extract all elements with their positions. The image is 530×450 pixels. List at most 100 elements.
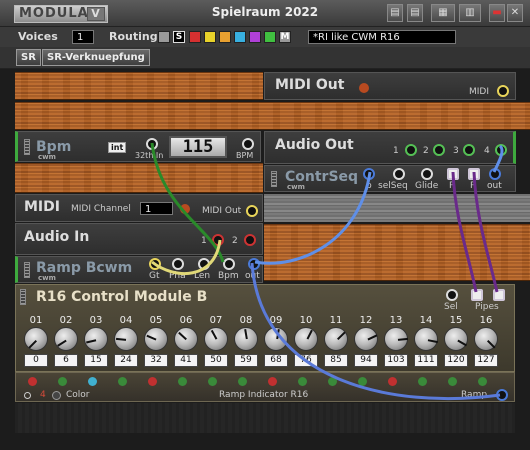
routing-swatch-orange[interactable] xyxy=(219,31,231,43)
voices-field[interactable]: 1 xyxy=(72,30,94,44)
audio-out-1-jack[interactable] xyxy=(405,144,417,156)
knob-09[interactable] xyxy=(264,327,288,351)
knob-01[interactable] xyxy=(24,327,48,351)
ramp-module[interactable]: Ramp Bcwm cwm Gt Pha Len Bpm out xyxy=(15,256,263,283)
phase-jack[interactable] xyxy=(172,258,184,270)
routing-swatch-s[interactable]: S xyxy=(173,31,185,43)
knob-value[interactable]: 103 xyxy=(384,354,408,367)
save-icon[interactable]: ▤ xyxy=(387,4,403,22)
knob-value[interactable]: 85 xyxy=(324,354,348,367)
length-jack[interactable] xyxy=(198,258,210,270)
radio-icon[interactable] xyxy=(24,392,31,399)
routing-swatch-yellow[interactable] xyxy=(204,31,216,43)
pipe-2-jack[interactable] xyxy=(493,289,505,301)
p2-jack[interactable] xyxy=(468,168,480,180)
audio-in-2-jack[interactable] xyxy=(244,234,256,246)
audio-out-4-jack[interactable] xyxy=(495,144,507,156)
knob-value[interactable]: 76 xyxy=(294,354,318,367)
routing-swatch-red[interactable] xyxy=(189,31,201,43)
wood-panel xyxy=(15,163,263,193)
routing-swatch-green[interactable] xyxy=(264,31,276,43)
glide-jack[interactable] xyxy=(421,168,433,180)
bpm-jack[interactable] xyxy=(242,138,254,150)
knob-03[interactable] xyxy=(84,327,108,351)
knob-15[interactable] xyxy=(444,327,468,351)
midi-out-jack[interactable] xyxy=(246,205,258,217)
knob-value[interactable]: 32 xyxy=(144,354,168,367)
sel-jack[interactable] xyxy=(446,289,458,301)
ramp-in-jack[interactable] xyxy=(496,389,508,401)
routing-swatch-purple[interactable] xyxy=(249,31,261,43)
sr-link-button[interactable]: SR-Verknuepfung xyxy=(42,49,150,66)
int-toggle[interactable]: int xyxy=(108,142,127,153)
bpm-module[interactable]: Bpm cwm int 32th In 115 BPM xyxy=(15,131,261,162)
midi-module[interactable]: MIDI MIDI Channel 1 MIDI Out xyxy=(15,194,263,222)
routing-swatch-m[interactable]: M xyxy=(279,31,291,43)
knob-value[interactable]: 59 xyxy=(234,354,258,367)
routing-swatch-cyan[interactable] xyxy=(234,31,246,43)
bpm-in-jack[interactable] xyxy=(223,258,235,270)
knob-10[interactable] xyxy=(294,327,318,351)
knob-value[interactable]: 127 xyxy=(474,354,498,367)
knob-11[interactable] xyxy=(324,327,348,351)
knob-value[interactable]: 24 xyxy=(114,354,138,367)
knob-value[interactable]: 41 xyxy=(174,354,198,367)
gate-jack[interactable] xyxy=(149,258,161,270)
knob-value[interactable]: 0 xyxy=(24,354,48,367)
midi-jack[interactable] xyxy=(497,85,509,97)
module-grip-icon[interactable] xyxy=(20,289,26,305)
close-icon[interactable]: ✕ xyxy=(507,4,523,22)
audio-out-module[interactable]: Audio Out 1 2 3 4 xyxy=(264,131,516,164)
grid-icon[interactable]: ▦ xyxy=(431,4,455,22)
knob-value[interactable]: 111 xyxy=(414,354,438,367)
knob-05[interactable] xyxy=(144,327,168,351)
knob-07[interactable] xyxy=(204,327,228,351)
audio-out-3-jack[interactable] xyxy=(463,144,475,156)
module-grip-icon[interactable] xyxy=(24,139,30,155)
knob-label: 16 xyxy=(479,315,493,326)
knob-14[interactable] xyxy=(414,327,438,351)
save-as-icon[interactable]: ▤ xyxy=(407,4,423,22)
routing-swatch-grey[interactable] xyxy=(158,31,170,43)
contrseq-module[interactable]: ContrSeq cwm p selSeq Glide P P out xyxy=(264,165,516,192)
audio-out-2-jack[interactable] xyxy=(433,144,445,156)
p1-jack[interactable] xyxy=(447,168,459,180)
knob-13[interactable] xyxy=(384,327,408,351)
pipe-1-jack[interactable] xyxy=(471,289,483,301)
patch-name-field[interactable]: *RI like CWM R16 xyxy=(308,30,456,44)
color-icon[interactable] xyxy=(52,391,61,400)
knob-value[interactable]: 94 xyxy=(354,354,378,367)
audio-in-module[interactable]: Audio In 1 2 xyxy=(15,223,263,255)
audio-in-1-jack[interactable] xyxy=(212,234,224,246)
port-label: out xyxy=(487,181,502,191)
knob-value[interactable]: 6 xyxy=(54,354,78,367)
indicator-led xyxy=(478,377,487,386)
knob-06[interactable] xyxy=(174,327,198,351)
knob-value[interactable]: 68 xyxy=(264,354,288,367)
knob-value[interactable]: 15 xyxy=(84,354,108,367)
minimize-icon[interactable]: ▬ xyxy=(489,4,505,22)
knob-value[interactable]: 50 xyxy=(204,354,228,367)
clock-jack[interactable] xyxy=(146,138,158,150)
p-jack[interactable] xyxy=(363,168,375,180)
knob-08[interactable] xyxy=(234,327,258,351)
channel-field[interactable]: 1 xyxy=(140,202,173,215)
knob-16[interactable] xyxy=(474,327,498,351)
bpm-display[interactable]: 115 xyxy=(169,136,227,158)
ramp-indicator-module[interactable]: 4 Color Ramp Indicator R16 Ramp xyxy=(15,372,515,402)
keyboard-icon[interactable]: ▥ xyxy=(459,4,481,22)
knob-04[interactable] xyxy=(114,327,138,351)
out-jack[interactable] xyxy=(489,168,501,180)
module-grip-icon[interactable] xyxy=(24,262,30,278)
knob-12[interactable] xyxy=(354,327,378,351)
r16-control-module[interactable]: R16 Control Module B Sel Pipes 01 0 02 6 03 1… xyxy=(15,284,515,372)
knob-value[interactable]: 120 xyxy=(444,354,468,367)
module-grip-icon[interactable] xyxy=(271,171,277,187)
knob-02[interactable] xyxy=(54,327,78,351)
port-label: 1 xyxy=(201,236,207,246)
midi-out-module[interactable]: MIDI Out MIDI xyxy=(264,72,516,100)
indicator-led xyxy=(208,377,217,386)
ramp-out-jack[interactable] xyxy=(248,258,260,270)
selseq-jack[interactable] xyxy=(393,168,405,180)
sr-button[interactable]: SR xyxy=(16,49,41,66)
